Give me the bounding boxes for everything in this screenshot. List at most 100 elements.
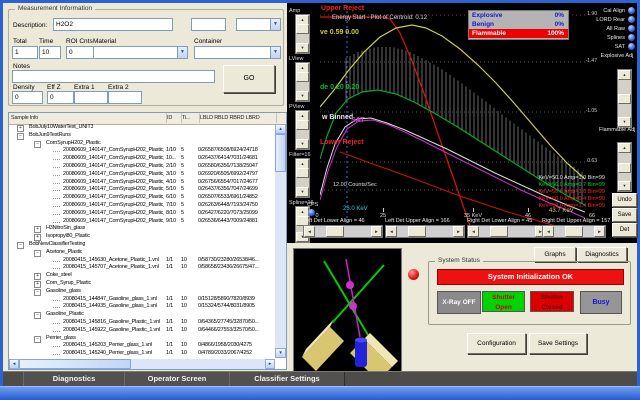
slider-thumb[interactable]	[490, 226, 508, 237]
tab-classifier-settings[interactable]: Classifier Settings	[229, 372, 345, 386]
tree-row[interactable]: 20080415_145707_Acetone_Plastic_1.vnl1/1…	[9, 264, 275, 272]
effz-field[interactable]: 0	[47, 91, 74, 104]
diagnostics-button[interactable]: Diagnostics	[577, 247, 627, 262]
tab-diagnostics[interactable]: Diagnostics	[23, 372, 125, 386]
pview-scrollbar[interactable]: ▲▼	[295, 110, 310, 150]
extra1-field[interactable]	[74, 91, 108, 104]
configuration-button[interactable]: Configuration	[467, 333, 526, 354]
description-field[interactable]: H2O2	[53, 18, 173, 31]
chevron-down-icon[interactable]: ▼	[270, 19, 280, 30]
material-dropdown[interactable]: ▼	[93, 46, 188, 59]
slider-left-icon[interactable]: ◄	[386, 226, 397, 237]
tree-row[interactable]: 20080609_140147_CornSyrupH202_Plastic_5.…	[9, 186, 275, 194]
col-lbld[interactable]: LBLD RBLD RBRD LBRD	[198, 113, 277, 123]
tree-row[interactable]: −CornSyrupH202_Plastic	[9, 140, 275, 148]
tree-vertical-scrollbar[interactable]: ▲ ▼	[275, 124, 286, 358]
tree-item-label: 20080609_140147_CornSyrupH202_Plastic_5.…	[63, 186, 164, 194]
tree-row[interactable]: +Corn_Syrup_Plastic	[9, 280, 275, 288]
density-field[interactable]: 0	[12, 91, 43, 104]
col-ti[interactable]: Ti...	[180, 113, 200, 123]
tree-row[interactable]: 20080609_140147_CornSyrupH202_Plastic_8.…	[9, 210, 275, 218]
slider-right-icon[interactable]: ►	[453, 226, 464, 237]
tree-row[interactable]: −BobNewClassifierTesting	[9, 241, 275, 249]
tree-item-label: H3NitroSin_glass	[46, 225, 85, 233]
align-slider[interactable]: ◄►	[542, 225, 606, 238]
undo-button[interactable]: Undo	[612, 193, 637, 207]
tree-row[interactable]: 20080415_144847_Gasoline_glass_1.vnl1/11…	[9, 296, 275, 304]
scroll-down-icon[interactable]: ▼	[275, 348, 286, 358]
tree-row[interactable]: −Perrier_glass	[9, 335, 275, 343]
time-field[interactable]: 10	[39, 46, 61, 59]
save-button[interactable]: Save	[612, 208, 637, 222]
slider-thumb[interactable]	[326, 226, 344, 237]
tree-row[interactable]: 20080415_145203_Perrier_glass_1.vnl1/110…	[9, 342, 275, 350]
tree-row[interactable]: −Gasoline_glass	[9, 288, 275, 296]
align-slider[interactable]: ◄►	[467, 225, 547, 238]
tree-row[interactable]: −Gasoline_Plastic	[9, 311, 275, 319]
scroll-up-icon[interactable]: ▲	[275, 124, 286, 134]
explosive-adj-slider[interactable]: ▲▼	[617, 69, 632, 128]
save-settings-button[interactable]: Save Settings	[529, 333, 587, 354]
scroll-thumb[interactable]	[19, 359, 131, 369]
slider-left-icon[interactable]: ◄	[304, 226, 315, 237]
lview-scrollbar[interactable]: ▲▼	[295, 62, 310, 102]
scroll-thumb[interactable]	[275, 134, 286, 172]
tree-row[interactable]: +H3NitroSin_glass	[9, 225, 275, 233]
detector-3d-view[interactable]	[293, 248, 402, 380]
notes-field[interactable]	[12, 70, 215, 83]
tree-row[interactable]: +BobJuly10WaterTest_UNIT3	[9, 124, 275, 132]
tree-row[interactable]: 20080415_145240_Perrier_glass_1.vnl1/110…	[9, 350, 275, 358]
det-button[interactable]: Det	[612, 223, 637, 237]
go-button[interactable]: GO	[223, 65, 275, 93]
tree-row[interactable]: +Coke_steel	[9, 272, 275, 280]
tree-item-label: 20080609_140147_CornSyrupH202_Plastic_9.…	[63, 218, 164, 226]
tree-row[interactable]: 20080609_140147_CornSyrupH202_Plastic_1.…	[9, 155, 275, 163]
slider-left-icon[interactable]: ◄	[543, 226, 554, 237]
chevron-down-icon[interactable]: ▼	[270, 47, 280, 58]
tree-row[interactable]: 20080415_145922_Gasoline_Plastic_1.vnl1/…	[9, 327, 275, 335]
total-field[interactable]: 1	[12, 46, 38, 59]
indicator-label: LORD Rear	[596, 16, 625, 24]
filter-scrollbar[interactable]: ▲▼	[295, 158, 310, 198]
tree-row[interactable]: 20080415_145630_Acetone_Plastic_1.vnl1/1…	[9, 257, 275, 265]
tree-row[interactable]: 20080609_140147_CornSyrupH202_Plastic_4.…	[9, 179, 275, 187]
tree-row[interactable]: 20080609_140147_CornSyrupH202_Plastic_9.…	[9, 218, 275, 226]
slider-thumb[interactable]	[565, 226, 583, 237]
tree-row[interactable]: 20080609_140147_CornSyrupH202_Plastic_6.…	[9, 194, 275, 202]
tree-row[interactable]: 20080609_140147_CornSyrupH202_Plastic_7.…	[9, 202, 275, 210]
roi-field[interactable]: 0	[66, 46, 94, 59]
tree-row[interactable]: 20080609_140147_CornSyrupH202_Plastic_1.…	[9, 147, 275, 155]
col-sample-info[interactable]: Sample Info	[9, 113, 167, 123]
container-dropdown[interactable]: ▼	[194, 46, 281, 59]
chevron-down-icon[interactable]: ▼	[177, 47, 187, 58]
align-slider[interactable]: ◄►	[385, 225, 465, 238]
tree-row[interactable]: 20080415_145816_Gasoline_Plastic_1.vnl1/…	[9, 319, 275, 327]
scroll-left-icon[interactable]: ◄	[9, 359, 19, 369]
tree-row[interactable]: +Isopropyl80_Plastic	[9, 233, 275, 241]
slider-right-icon[interactable]: ►	[594, 226, 605, 237]
busy-button[interactable]: Busy	[580, 291, 622, 314]
slider-thumb[interactable]	[408, 226, 426, 237]
aux-dropdown[interactable]: ▼	[236, 18, 281, 31]
graphs-button[interactable]: Graphs	[534, 247, 576, 262]
flammable-adj-slider[interactable]: ▲▼	[617, 142, 632, 192]
tree-row[interactable]: 20080415_144935_Gasoline_glass_1.vnl1/11…	[9, 303, 275, 311]
shutter-closed-button[interactable]: Shutter Closed	[530, 291, 574, 312]
extra2-field[interactable]	[108, 91, 142, 104]
tree-cell-id: 1/1	[166, 319, 180, 327]
tree-horizontal-scrollbar[interactable]: ◄ ►	[9, 359, 275, 369]
slider-left-icon[interactable]: ◄	[468, 226, 479, 237]
slider-right-icon[interactable]: ►	[371, 226, 382, 237]
scroll-right-icon[interactable]: ►	[265, 359, 275, 369]
tree-row[interactable]: 20080609_140147_CornSyrupH202_Plastic_2.…	[9, 163, 275, 171]
xray-off-button[interactable]: X-Ray OFF	[437, 291, 481, 314]
amp-scrollbar[interactable]: ▲▼	[295, 14, 310, 54]
aux-field[interactable]	[191, 18, 226, 31]
shutter-open-button[interactable]: Shutter Open	[482, 291, 525, 312]
align-slider[interactable]: ◄►	[303, 225, 383, 238]
tree-row[interactable]: −Acetone_Plastic	[9, 249, 275, 257]
tab-operator-screen[interactable]: Operator Screen	[124, 372, 230, 386]
tree-row[interactable]: 20080609_140147_CornSyrupH202_Plastic_3.…	[9, 171, 275, 179]
tree-row[interactable]: −BobJun9TestRuns	[9, 132, 275, 140]
tree-cell-lbld: 0/26437/6414/7031/24681	[198, 155, 274, 163]
